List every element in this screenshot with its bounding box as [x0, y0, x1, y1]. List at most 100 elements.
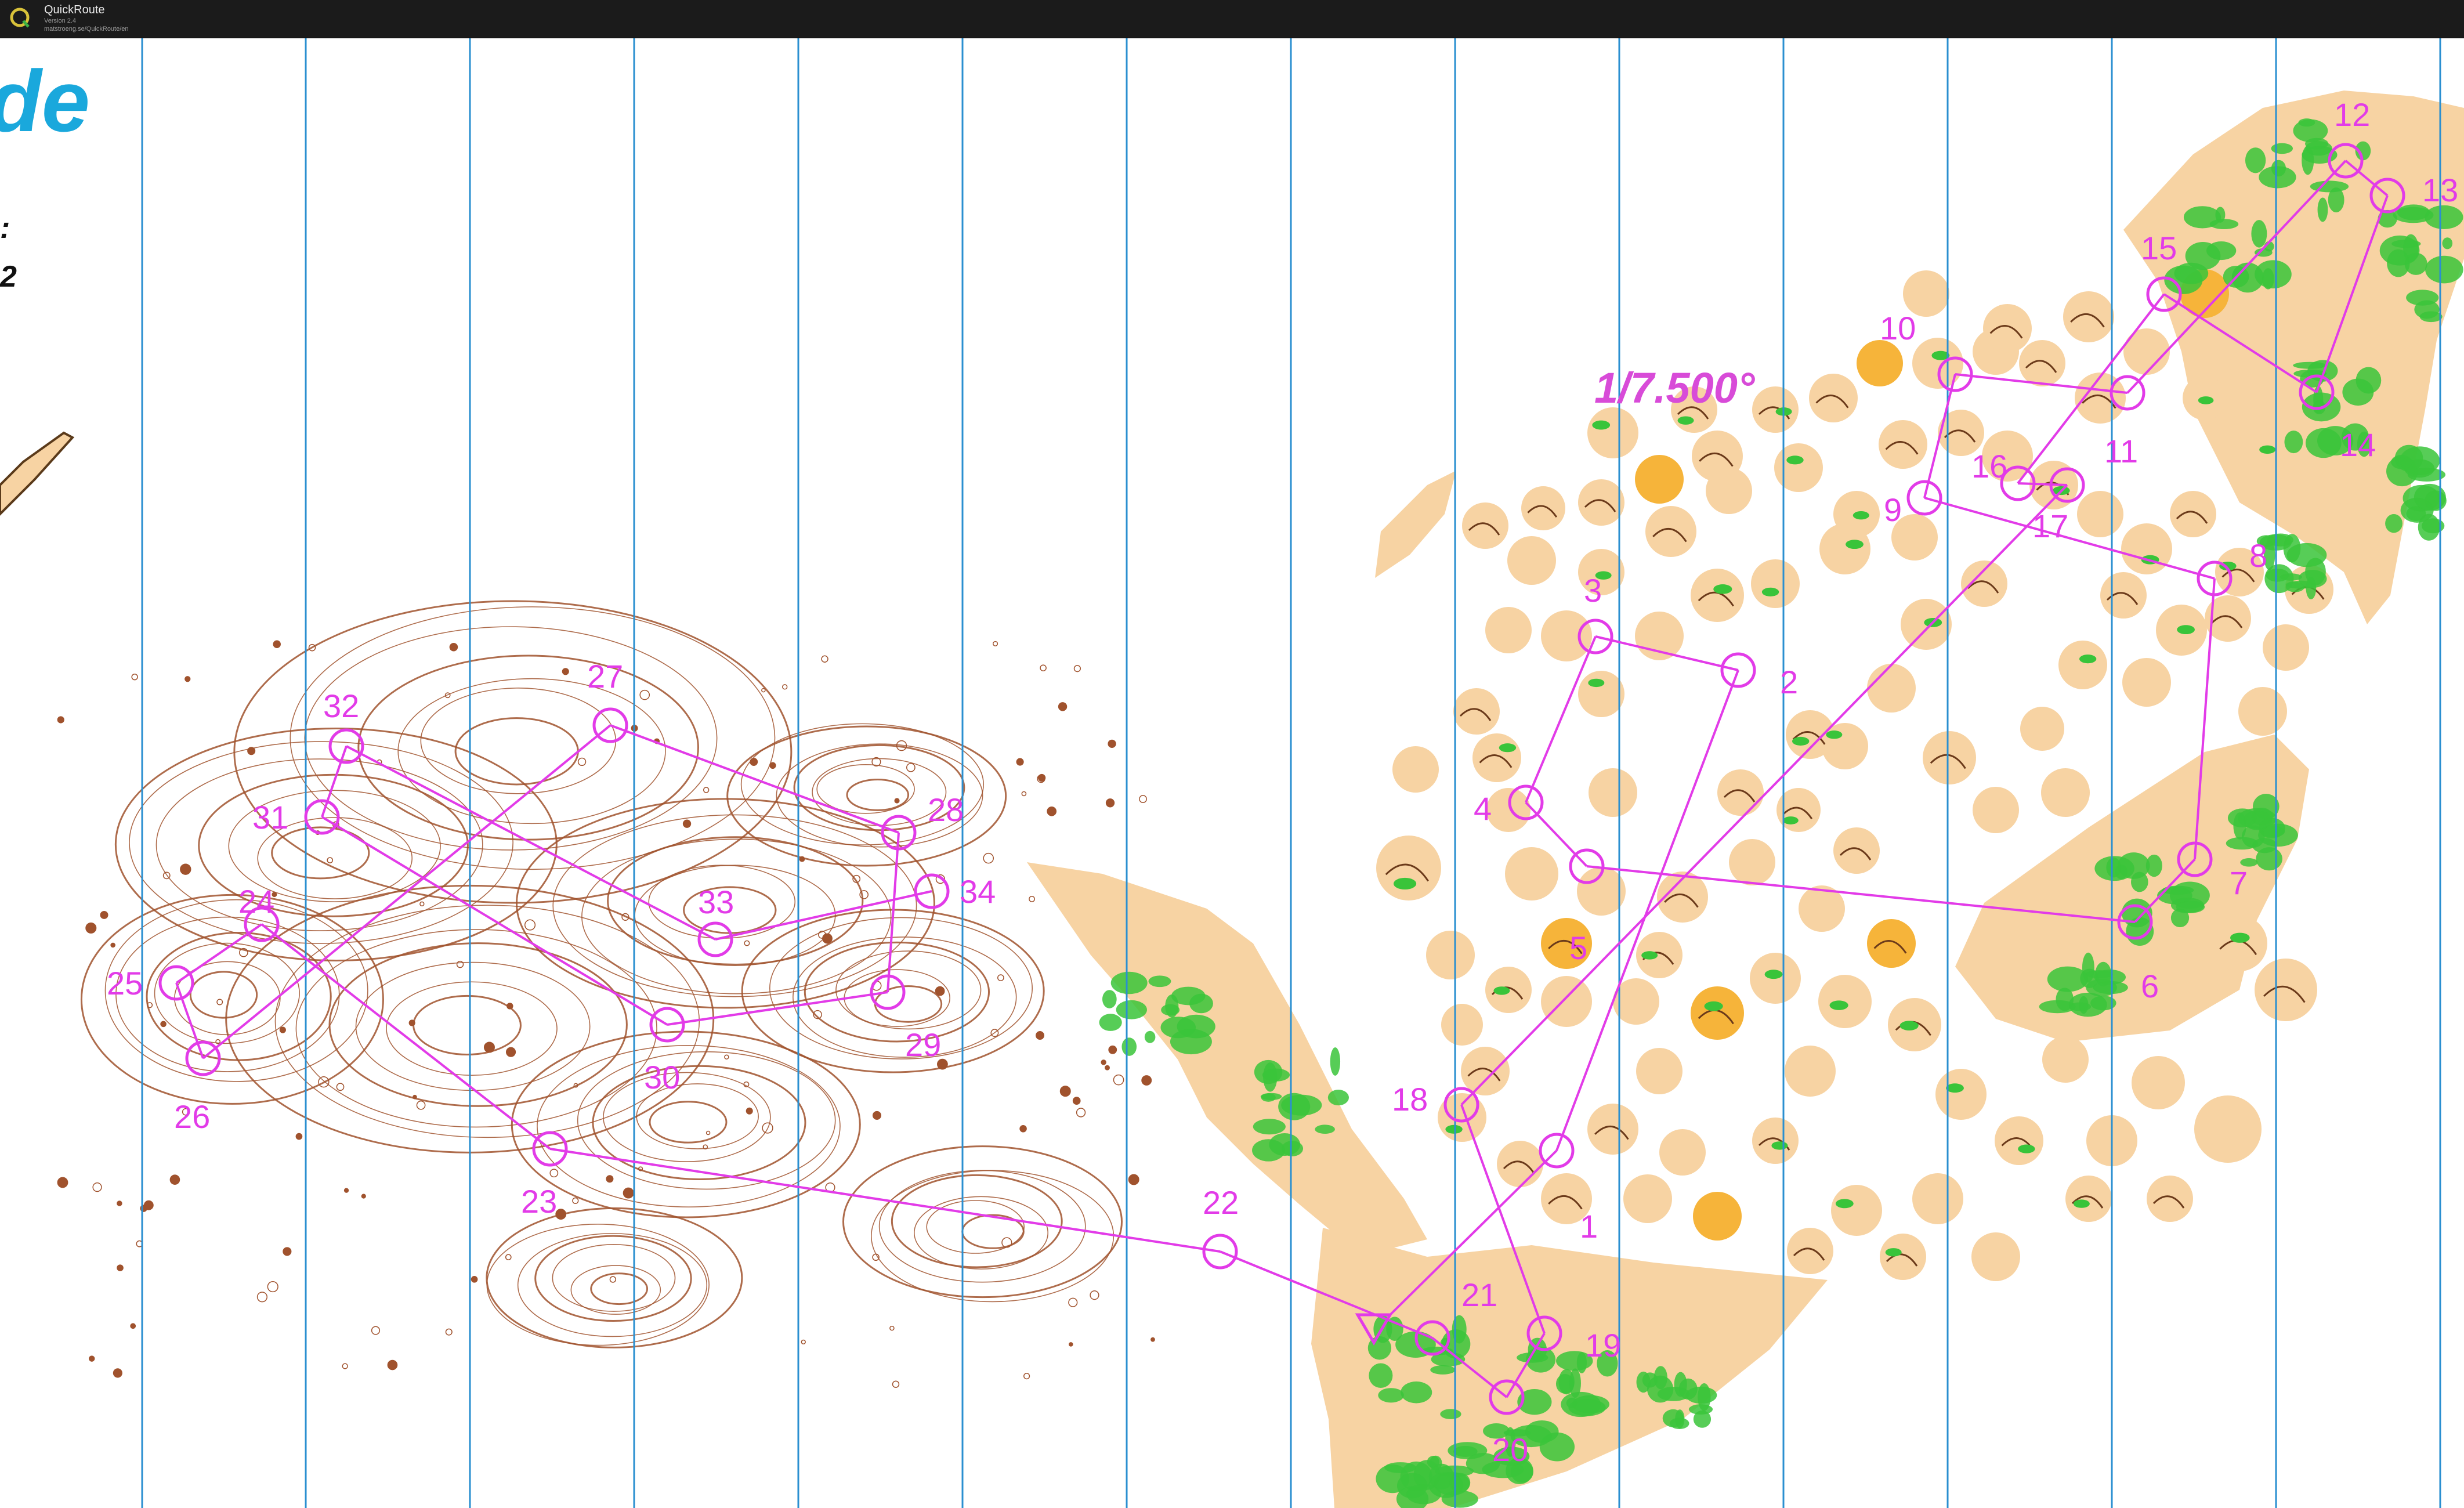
- knoll-dot: [781, 684, 788, 690]
- vegetation-patch: [1713, 584, 1732, 594]
- contour-line: [534, 1235, 692, 1322]
- terrain-window: [1587, 407, 1638, 458]
- terrain-window: [1692, 431, 1743, 482]
- vegetation-patch: [2256, 847, 2282, 871]
- knoll-dot: [1113, 1074, 1124, 1086]
- vegetation-patch: [1677, 416, 1694, 425]
- terrain-window: [1507, 536, 1556, 585]
- contour-line: [741, 909, 1045, 1073]
- terrain-window: [2041, 768, 2090, 817]
- knoll-dot: [113, 1368, 122, 1378]
- knoll-dot: [413, 1094, 417, 1100]
- course-leg: [346, 745, 716, 941]
- knoll-dot: [247, 747, 256, 755]
- course-leg: [321, 816, 668, 1026]
- vegetation-patch: [2310, 180, 2349, 193]
- vegetation-patch: [1170, 1029, 1212, 1055]
- vegetation-patch: [1330, 1047, 1341, 1076]
- terrain-shard: [1375, 471, 1456, 578]
- vegetation-patch: [1846, 540, 1864, 549]
- vegetation-patch: [2183, 206, 2221, 229]
- terrain-window: [1505, 847, 1558, 901]
- terrain-window: [2020, 707, 2064, 751]
- terrain-window: [1635, 455, 1684, 504]
- vegetation-patch: [1393, 877, 1417, 890]
- knoll-dot: [419, 901, 425, 907]
- knoll-dot: [1108, 1045, 1117, 1054]
- knoll-dot: [57, 716, 64, 724]
- terrain-window: [2077, 491, 2123, 537]
- vegetation-patch: [2284, 431, 2303, 454]
- terrain-window: [2170, 491, 2216, 537]
- contour-line: [552, 1244, 676, 1312]
- terrain-window: [1461, 1047, 1510, 1095]
- vegetation-patch: [1121, 1037, 1137, 1056]
- terrain-window: [2194, 1095, 2262, 1163]
- contour-line: [537, 1044, 841, 1207]
- terrain-window: [1983, 304, 2032, 353]
- terrain-window: [1912, 338, 1963, 389]
- vegetation-patch: [1429, 1455, 1442, 1470]
- knoll-dot: [160, 1021, 167, 1028]
- terrain-window: [2238, 687, 2287, 736]
- knoll-dot: [449, 642, 458, 652]
- map-canvas[interactable]: de : 2 123456789101112131415161718192021…: [0, 38, 2464, 1508]
- knoll-dot: [456, 960, 464, 968]
- vegetation-patch: [2286, 543, 2327, 567]
- contour-line: [486, 1207, 743, 1348]
- control-label-31: 31: [252, 799, 288, 836]
- knoll-dot: [1073, 665, 1081, 672]
- knoll-dot: [117, 1264, 124, 1271]
- terrain-window: [1392, 746, 1439, 793]
- vegetation-patch: [1592, 420, 1611, 430]
- vegetation-patch: [2185, 242, 2221, 270]
- knoll-dot: [769, 762, 776, 769]
- contour-line: [454, 717, 579, 786]
- knoll-dot: [1047, 806, 1057, 816]
- terrain-window: [1717, 769, 1764, 816]
- knoll-dot: [216, 999, 223, 1006]
- knoll-dot: [705, 1130, 711, 1135]
- knoll-dot: [682, 819, 692, 828]
- terrain-window: [1867, 664, 1916, 713]
- contour-line: [842, 1145, 1123, 1299]
- control-label-7: 7: [2230, 865, 2248, 901]
- knoll-dot: [623, 1187, 634, 1199]
- knoll-dot: [256, 1292, 267, 1303]
- vegetation-patch: [1572, 1395, 1609, 1413]
- knoll-dot: [117, 1200, 122, 1206]
- vegetation-patch: [1102, 990, 1117, 1008]
- knoll-dot: [1068, 1342, 1073, 1347]
- terrain-window: [1636, 1048, 1683, 1094]
- terrain-window: [2065, 1176, 2112, 1222]
- terrain-window: [1787, 1228, 1833, 1274]
- control-label-10: 10: [1880, 310, 1916, 346]
- knoll-dot: [327, 857, 334, 863]
- vegetation-patch: [1946, 1083, 1964, 1093]
- side-text-colon: :: [0, 211, 10, 245]
- app-url: matstroeng.se/QuickRoute/en: [44, 26, 129, 32]
- knoll-dot: [746, 1107, 753, 1115]
- knoll-dot: [273, 640, 281, 649]
- vegetation-patch: [1253, 1119, 1286, 1135]
- terrain-window: [1729, 839, 1775, 885]
- orienteering-map[interactable]: de : 2 123456789101112131415161718192021…: [0, 38, 2464, 1508]
- terrain-window: [2058, 641, 2107, 689]
- knoll-dot: [57, 1177, 68, 1188]
- control-label-24: 24: [238, 883, 274, 920]
- knoll-dot: [180, 863, 191, 875]
- vegetation-patch: [1116, 1000, 1147, 1019]
- knoll-dot: [85, 922, 97, 934]
- control-label-5: 5: [1569, 930, 1587, 966]
- app-version: Version 2.4: [44, 17, 77, 24]
- vegetation-patch: [1835, 1199, 1854, 1209]
- vegetation-patch: [1148, 975, 1171, 988]
- control-label-17: 17: [2032, 508, 2068, 544]
- vegetation-patch: [2056, 988, 2074, 1011]
- terrain-window: [1659, 1129, 1706, 1176]
- contour-line: [295, 929, 657, 1128]
- terrain-window: [2100, 572, 2147, 619]
- knoll-dot: [1101, 1059, 1106, 1065]
- contour-line: [486, 1223, 710, 1346]
- terrain-window: [1623, 1174, 1672, 1223]
